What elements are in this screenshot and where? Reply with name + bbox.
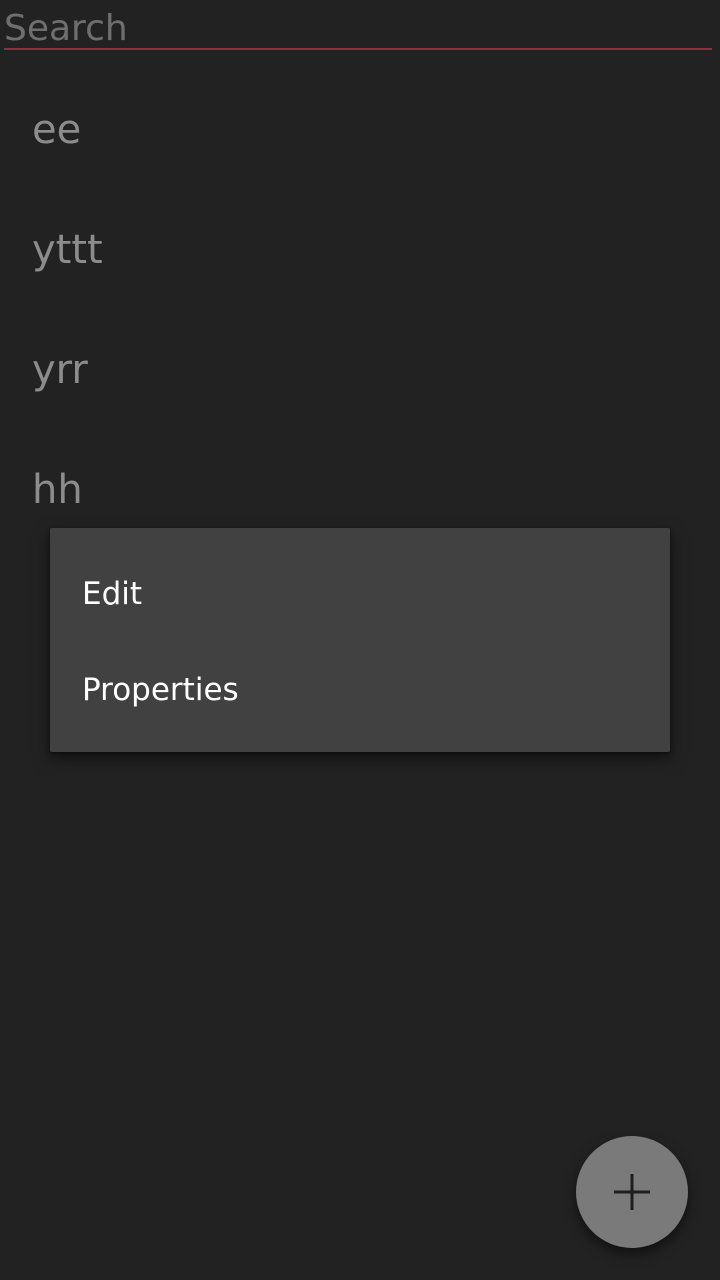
note-title: yrr — [32, 347, 88, 393]
menu-item-label: Properties — [82, 672, 239, 708]
list-item[interactable]: ee — [0, 70, 720, 190]
list-item[interactable]: yrr — [0, 310, 720, 430]
menu-item-edit[interactable]: Edit — [50, 546, 670, 642]
note-list: ee yttt yrr hh — [0, 70, 720, 550]
note-title: yttt — [32, 227, 103, 273]
notes-screen: ee yttt yrr hh Edit Properties — [0, 0, 720, 1280]
plus-icon — [614, 1174, 650, 1210]
add-note-button[interactable] — [576, 1136, 688, 1248]
context-menu: Edit Properties — [50, 528, 670, 752]
list-item[interactable]: yttt — [0, 190, 720, 310]
note-title: hh — [32, 467, 83, 513]
search-input[interactable] — [4, 0, 712, 50]
search-bar — [4, 0, 712, 56]
note-title: ee — [32, 107, 82, 153]
menu-item-properties[interactable]: Properties — [50, 642, 670, 738]
menu-item-label: Edit — [82, 576, 143, 612]
